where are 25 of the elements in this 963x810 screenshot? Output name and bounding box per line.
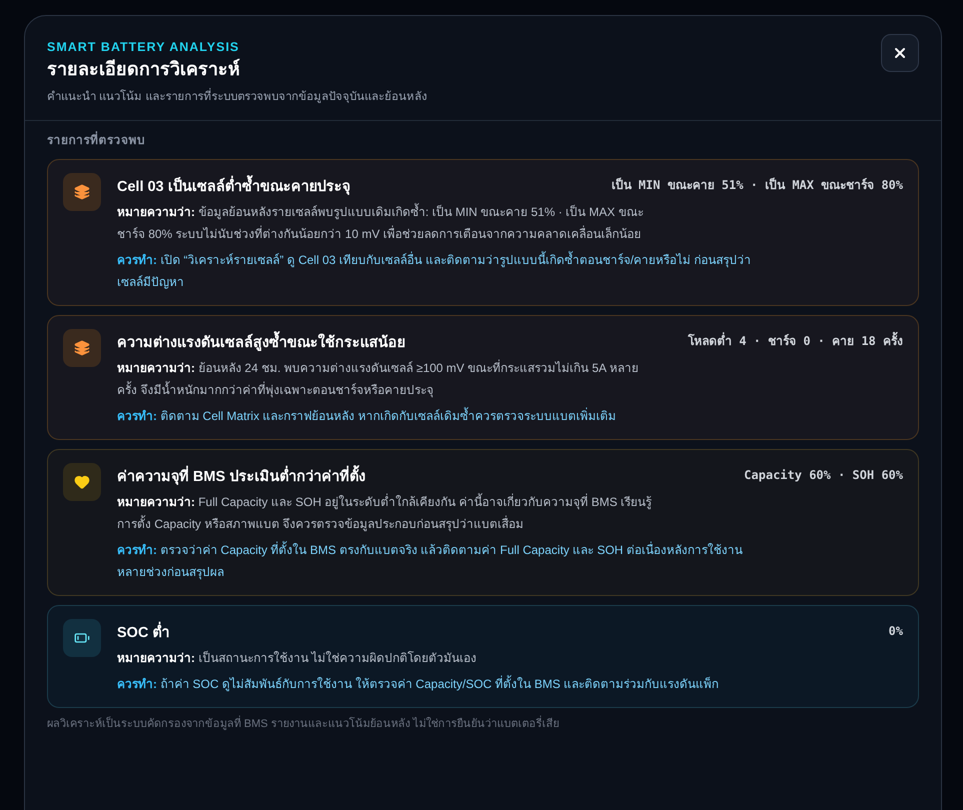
layers-icon (74, 340, 90, 356)
dialog-eyebrow: SMART BATTERY ANALYSIS (47, 39, 240, 55)
finding-title: SOC ต่ำ (117, 621, 170, 646)
meaning-text: หมายความว่า: เป็นสถานะการใช้งาน ไม่ใช่ความผิดปกติโดยตัวมันเอง (117, 650, 478, 668)
close-button[interactable] (881, 34, 919, 72)
action-text: ควรทำ: ถ้าค่า SOC ดูไม่สัมพันธ์กับการใช้งาน ให้ตรวจค่า Capacity/SOC ที่ตั้งใน BMS และติดตามร่วมกับแรงดันแพ็ก (117, 674, 720, 694)
action-text: ควรทำ: ติดตาม Cell Matrix และกราฟย้อนหลัง หากเกิดกับเซลล์เดิมซ้ำควรตรวจระบบแบตเพิ่มเติม (117, 406, 618, 426)
meaning-text: หมายความว่า: Full Capacity และ SOH อยู่ในระดับต่ำใกล้เคียงกัน ค่านี้อาจเกี่ยวกับความจุที่ BMS เรียนรู้ การตั้ง Capacity หรือสภาพแบต จึงควรตรวจข้อมูลประกอบก่อนสรุปว่าแบตเสื่อม (117, 492, 653, 534)
action-text: ควรทำ: ตรวจว่าค่า Capacity ที่ตั้งใน BMS ตรงกับแบตจริง แล้วติดตามค่า Full Capacity และ SOH ต่อเนื่องหลังการใช้งานหลายช่วงก่อนสรุปผล (117, 540, 744, 582)
layers-icon (74, 184, 90, 200)
finding-title: ค่าความจุที่ BMS ประเมินต่ำกว่าค่าที่ตั้ง (117, 465, 366, 490)
meaning-text: หมายความว่า: ย้อนหลัง 24 ชม. พบความต่างแรงดันเซลล์ ≥100 mV ขณะที่กระแสรวมไม่เกิน 5A หลายครั้ง จึงมีน้ำหนักมากกว่าค่าที่พุ่งเฉพาะตอนชาร์จหรือคายประจุ (117, 358, 640, 400)
finding-meta: Capacity 60% · SOH 60% (744, 467, 903, 484)
finding-meta: โหลดต่ำ 4 · ชาร์จ 0 · คาย 18 ครั้ง (688, 331, 903, 352)
finding-title: Cell 03 เป็นเซลล์ต่ำซ้ำขณะคายประจุ (117, 175, 350, 200)
finding-title: ความต่างแรงดันเซลล์สูงซ้ำขณะใช้กระแสน้อย (117, 331, 405, 356)
dialog-subtitle: คำแนะนำ แนวโน้ม และรายการที่ระบบตรวจพบจากข้อมูลปัจจุบันและย้อนหลัง (47, 89, 428, 106)
finding-meta: เป็น MIN ขณะคาย 51% · เป็น MAX ขณะชาร์จ 80% (611, 176, 903, 194)
close-icon (892, 45, 908, 61)
footer-note: ผลวิเคราะห์เป็นระบบคัดกรองจากข้อมูลที่ BMS รายงานและแนวโน้มย้อนหลัง ไม่ใช่การยืนยันว่าแบตเตอรี่เสีย (47, 716, 919, 733)
dialog-title: รายละเอียดการวิเคราะห์ (47, 58, 241, 81)
finding-meta: 0% (888, 623, 903, 640)
section-title: รายการที่ตรวจพบ (47, 131, 146, 150)
meaning-text: หมายความว่า: ข้อมูลย้อนหลังรายเซลล์พบรูปแบบเดิมเกิดซ้ำ: เป็น MIN ขณะคาย 51% · เป็น MAX ขณะชาร์จ 80% ระบบไม่นับช่วงที่ต่างกันน้อยกว่า 10 mV เพื่อช่วยลดการเตือนจากความคลาดเคลื่อนเล็กน้อย (117, 202, 644, 244)
action-text: ควรทำ: เปิด “วิเคราะห์รายเซลล์” ดู Cell 03 เทียบกับเซลล์อื่น และติดตามว่ารูปแบบนี้เกิดซ้ำตอนชาร์จ/คายหรือไม่ ก่อนสรุปว่าเซลล์มีปัญหา (117, 250, 752, 292)
